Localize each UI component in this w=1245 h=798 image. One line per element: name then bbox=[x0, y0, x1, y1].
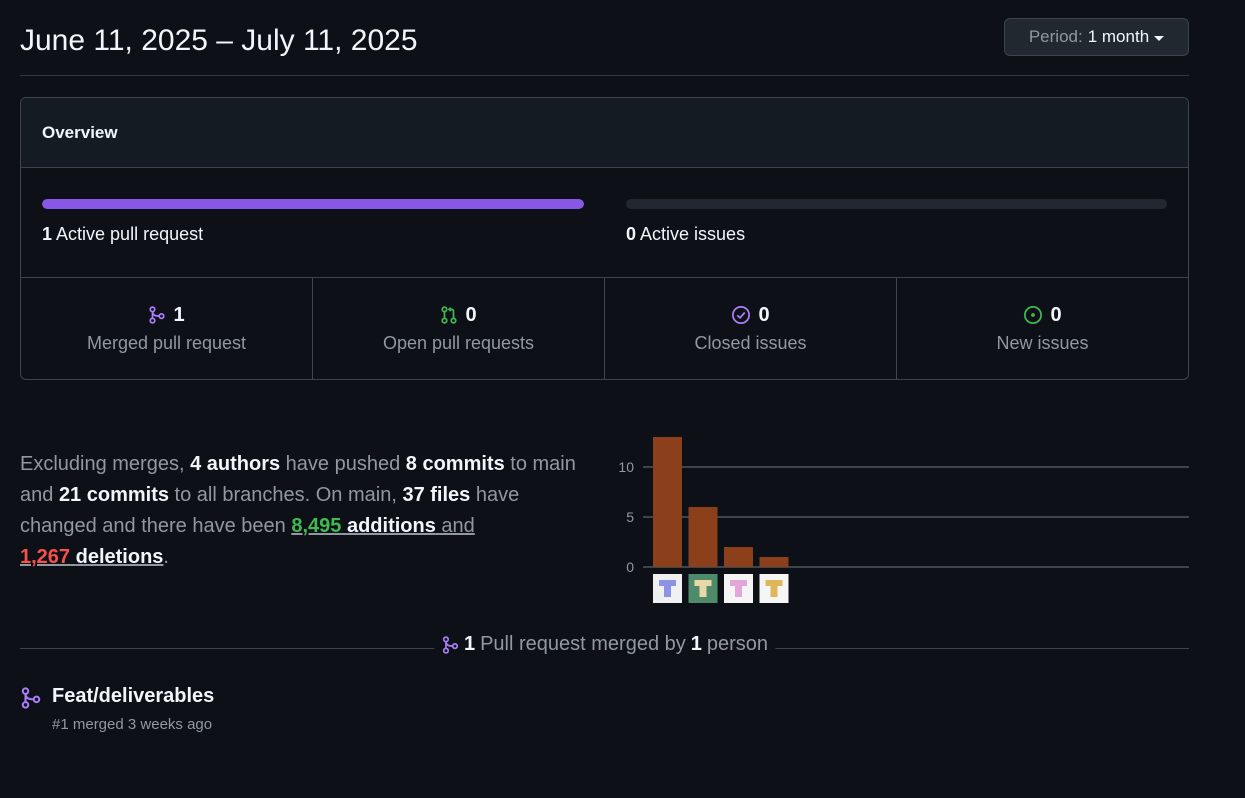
chart-bar bbox=[653, 437, 682, 567]
y-tick-label: 5 bbox=[626, 509, 634, 525]
chart-bar bbox=[724, 547, 753, 567]
files-count: 37 files bbox=[402, 484, 471, 506]
summary-text: to all branches. On main, bbox=[169, 484, 403, 506]
period-dropdown-button[interactable]: Period: 1 month bbox=[1004, 18, 1189, 56]
overview-bars: 1 Active pull request 0 Active issues bbox=[21, 168, 1188, 278]
chart-bar bbox=[688, 507, 718, 567]
author-avatar-pattern bbox=[730, 580, 747, 586]
commits-all-count: 21 commits bbox=[58, 484, 169, 506]
overview-panel: Overview 1 Active pull request 0 Active … bbox=[20, 97, 1189, 380]
stat-merged-prs[interactable]: 1 Merged pull request bbox=[21, 278, 313, 379]
author-avatar-pattern bbox=[735, 586, 742, 597]
pr-meta: #1 merged 3 weeks ago bbox=[52, 716, 213, 733]
author-avatar-pattern bbox=[699, 586, 707, 597]
additions-count: 8,495 bbox=[291, 515, 342, 537]
y-tick-label: 0 bbox=[626, 559, 634, 575]
closed-issues-count: 0 bbox=[758, 303, 770, 326]
new-issues-label: New issues bbox=[996, 332, 1089, 353]
commits-main-count: 8 commits bbox=[405, 453, 505, 475]
merged-prs-divider: 1 Pull request merged by 1 person bbox=[20, 630, 1189, 660]
active-issues-count: 0 bbox=[626, 224, 637, 244]
pr-title-link[interactable]: Feat/deliverables bbox=[52, 685, 214, 708]
caret-down-icon bbox=[1154, 35, 1165, 41]
chart-bar bbox=[759, 557, 789, 567]
authors-count: 4 authors bbox=[190, 453, 281, 475]
stat-new-issues[interactable]: 0 New issues bbox=[897, 278, 1188, 379]
author-avatar-pattern bbox=[765, 580, 783, 586]
deletions-word: deletions bbox=[75, 546, 164, 568]
merged-pr-icon bbox=[149, 306, 166, 324]
people-count: 1 bbox=[690, 633, 702, 655]
summary-text: Excluding merges, bbox=[20, 453, 191, 475]
summary-text: . bbox=[163, 546, 169, 568]
header: June 11, 2025 – July 11, 2025 Period: 1 … bbox=[20, 14, 1189, 76]
deletions-link[interactable]: 1,267 deletions bbox=[20, 546, 163, 568]
summary-text: and bbox=[435, 515, 475, 537]
merged-prs-heading: 1 Pull request merged by 1 person bbox=[433, 633, 776, 656]
summary-text: have pushed bbox=[280, 453, 406, 475]
active-issues-label: Active issues bbox=[640, 224, 746, 244]
commit-summary: Excluding merges, 4 authors have pushed … bbox=[20, 449, 600, 573]
active-pr-bar bbox=[42, 199, 584, 209]
active-issues-caption[interactable]: 0 Active issues bbox=[626, 224, 745, 245]
open-prs-count: 0 bbox=[465, 303, 477, 326]
additions-link[interactable]: 8,495 additions and bbox=[291, 515, 474, 537]
merged-pr-icon bbox=[21, 687, 41, 709]
commits-by-author-chart: 0 5 10 bbox=[618, 437, 1189, 603]
stat-open-prs[interactable]: 0 Open pull requests bbox=[313, 278, 605, 379]
new-issue-icon bbox=[1024, 306, 1043, 324]
merged-prs-count: 1 bbox=[173, 303, 185, 326]
merged-prs-label: Merged pull request bbox=[86, 332, 247, 353]
period-label: Period: bbox=[1028, 27, 1083, 46]
active-issues-bar bbox=[626, 199, 1167, 209]
closed-issue-icon bbox=[732, 306, 751, 324]
author-avatar-pattern bbox=[694, 580, 712, 586]
overview-title: Overview bbox=[21, 98, 1188, 168]
stat-closed-issues[interactable]: 0 Closed issues bbox=[605, 278, 897, 379]
period-value: 1 month bbox=[1087, 27, 1150, 46]
active-pr-bar-fill bbox=[42, 199, 584, 209]
merged-pr-icon bbox=[442, 635, 458, 654]
person-text: person bbox=[706, 633, 769, 655]
open-pr-icon bbox=[441, 306, 458, 324]
closed-issues-label: Closed issues bbox=[694, 332, 807, 353]
date-range-title: June 11, 2025 – July 11, 2025 bbox=[20, 24, 418, 57]
author-avatar-pattern bbox=[664, 586, 671, 597]
open-prs-label: Open pull requests bbox=[382, 332, 535, 353]
merged-text: Pull request merged by bbox=[480, 633, 686, 655]
active-pr-label: Active pull request bbox=[56, 224, 204, 244]
overview-stats: 1 Merged pull request 0 Open pull reques… bbox=[21, 278, 1188, 379]
y-tick-label: 10 bbox=[618, 459, 634, 475]
author-avatar-pattern bbox=[770, 586, 778, 597]
merged-count: 1 bbox=[463, 633, 476, 655]
author-avatar-pattern bbox=[659, 580, 676, 586]
deletions-count: 1,267 bbox=[20, 546, 71, 568]
additions-word: additions bbox=[346, 515, 436, 537]
active-pr-count: 1 bbox=[42, 224, 53, 244]
new-issues-count: 0 bbox=[1050, 303, 1062, 326]
active-pr-caption[interactable]: 1 Active pull request bbox=[42, 224, 203, 245]
